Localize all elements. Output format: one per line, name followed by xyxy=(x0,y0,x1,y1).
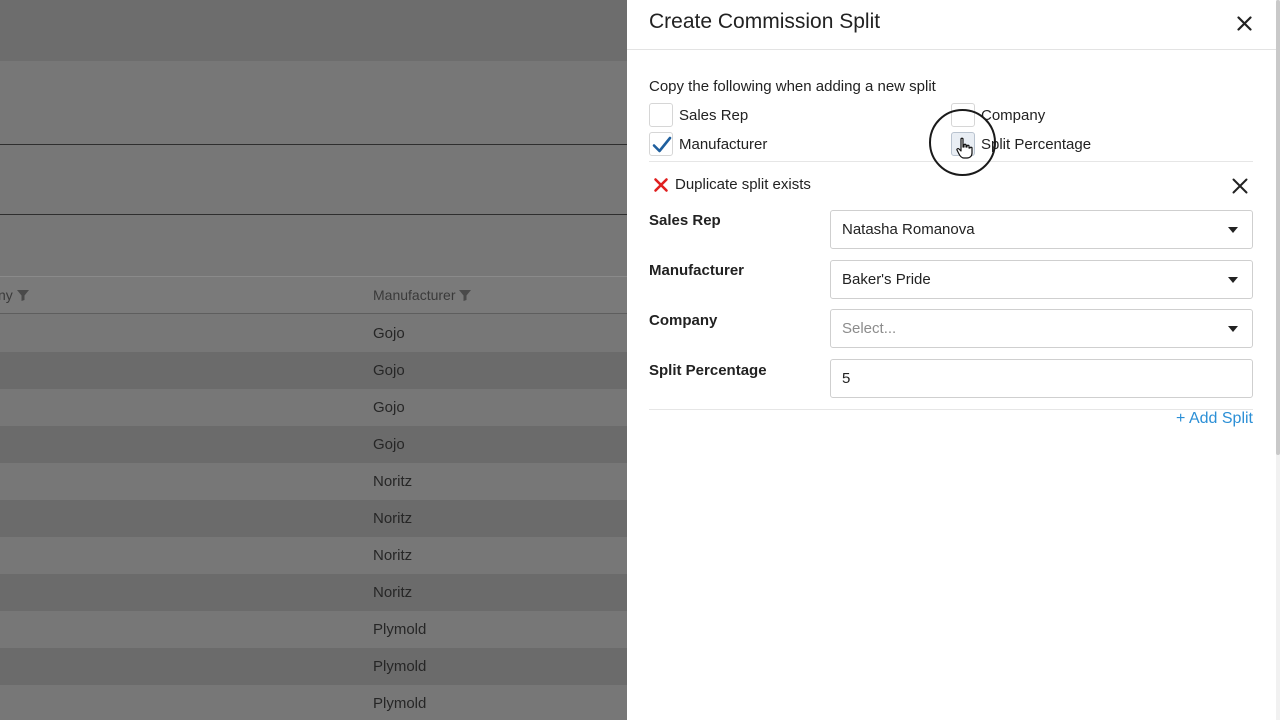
table-cell: Gojo xyxy=(373,325,405,342)
checkmark-icon xyxy=(652,136,672,153)
close-icon[interactable] xyxy=(1237,16,1252,31)
error-message: Duplicate split exists xyxy=(675,176,811,193)
manufacturer-label: Manufacturer xyxy=(649,262,745,279)
caret-down-icon xyxy=(1228,227,1238,233)
table-cell: Plymold xyxy=(373,621,427,638)
scrollbar-thumb[interactable] xyxy=(1276,0,1280,455)
table-cell: Noritz xyxy=(373,510,413,527)
commission-split-drawer: Create Commission Split Copy the followi… xyxy=(627,0,1276,720)
background-page: ny Manufacturer Gojo Gojo Gojo Gojo Nori… xyxy=(0,0,627,720)
company-select[interactable]: Select... xyxy=(830,309,1253,348)
select-value: Baker's Pride xyxy=(842,271,931,288)
select-placeholder: Select... xyxy=(842,320,897,337)
table-cell: Gojo xyxy=(373,362,405,379)
copy-option-sales-rep[interactable]: Sales Rep xyxy=(649,103,748,127)
table-cell: Noritz xyxy=(373,473,413,490)
column-header-company: ny xyxy=(0,287,30,303)
checkbox[interactable] xyxy=(649,103,673,127)
table-cell: Gojo xyxy=(373,399,405,416)
table-row: Gojo xyxy=(0,389,627,426)
filter-icon xyxy=(16,290,29,301)
table-row: Plymold xyxy=(0,685,627,720)
divider xyxy=(649,409,1253,410)
table-cell: Noritz xyxy=(373,547,413,564)
copy-option-manufacturer[interactable]: Manufacturer xyxy=(649,132,767,156)
select-value: Natasha Romanova xyxy=(842,221,975,238)
duplicate-error: Duplicate split exists xyxy=(653,176,811,193)
sales-rep-label: Sales Rep xyxy=(649,212,721,229)
table-cell: Plymold xyxy=(373,658,427,675)
background-divider xyxy=(0,214,627,215)
drawer-title: Create Commission Split xyxy=(649,10,881,33)
checkbox-label: Sales Rep xyxy=(679,106,749,124)
split-percentage-label: Split Percentage xyxy=(649,362,767,379)
table-row: Gojo xyxy=(0,426,627,463)
manufacturer-select[interactable]: Baker's Pride xyxy=(830,260,1253,299)
caret-down-icon xyxy=(1228,326,1238,332)
copy-prompt: Copy the following when adding a new spl… xyxy=(649,78,936,95)
caret-down-icon xyxy=(1228,277,1238,283)
column-header-manufacturer: Manufacturer xyxy=(373,287,472,303)
drawer-header: Create Commission Split xyxy=(627,0,1276,50)
background-divider xyxy=(0,144,627,145)
table-cell: Noritz xyxy=(373,584,413,601)
table-row: Plymold xyxy=(0,611,627,648)
copy-option-company[interactable]: Company xyxy=(951,103,1045,127)
checkbox[interactable] xyxy=(951,103,975,127)
table-row: Gojo xyxy=(0,352,627,389)
copy-option-split-percentage[interactable]: Split Percentage xyxy=(951,132,1091,156)
table-row: Noritz xyxy=(0,537,627,574)
add-split-link[interactable]: + Add Split xyxy=(1176,410,1253,428)
table-row: Plymold xyxy=(0,648,627,685)
table-header: ny Manufacturer xyxy=(0,277,627,314)
sales-rep-select[interactable]: Natasha Romanova xyxy=(830,210,1253,249)
company-label: Company xyxy=(649,312,718,329)
checkbox-label: Split Percentage xyxy=(981,135,1092,153)
background-header-band xyxy=(0,0,627,61)
table-row: Noritz xyxy=(0,574,627,611)
error-x-icon xyxy=(654,177,668,192)
checkbox[interactable] xyxy=(951,132,975,156)
table-row: Noritz xyxy=(0,463,627,500)
divider xyxy=(649,161,1253,162)
checkbox-label: Company xyxy=(981,106,1046,124)
table-cell: Gojo xyxy=(373,436,405,453)
split-percentage-input[interactable] xyxy=(830,359,1253,398)
checkbox-label: Manufacturer xyxy=(679,135,768,153)
table-row: Noritz xyxy=(0,500,627,537)
remove-split-icon[interactable] xyxy=(1232,178,1248,194)
checkbox[interactable] xyxy=(649,132,673,156)
table-row: Gojo xyxy=(0,315,627,352)
filter-icon xyxy=(459,290,472,301)
table-cell: Plymold xyxy=(373,695,427,712)
